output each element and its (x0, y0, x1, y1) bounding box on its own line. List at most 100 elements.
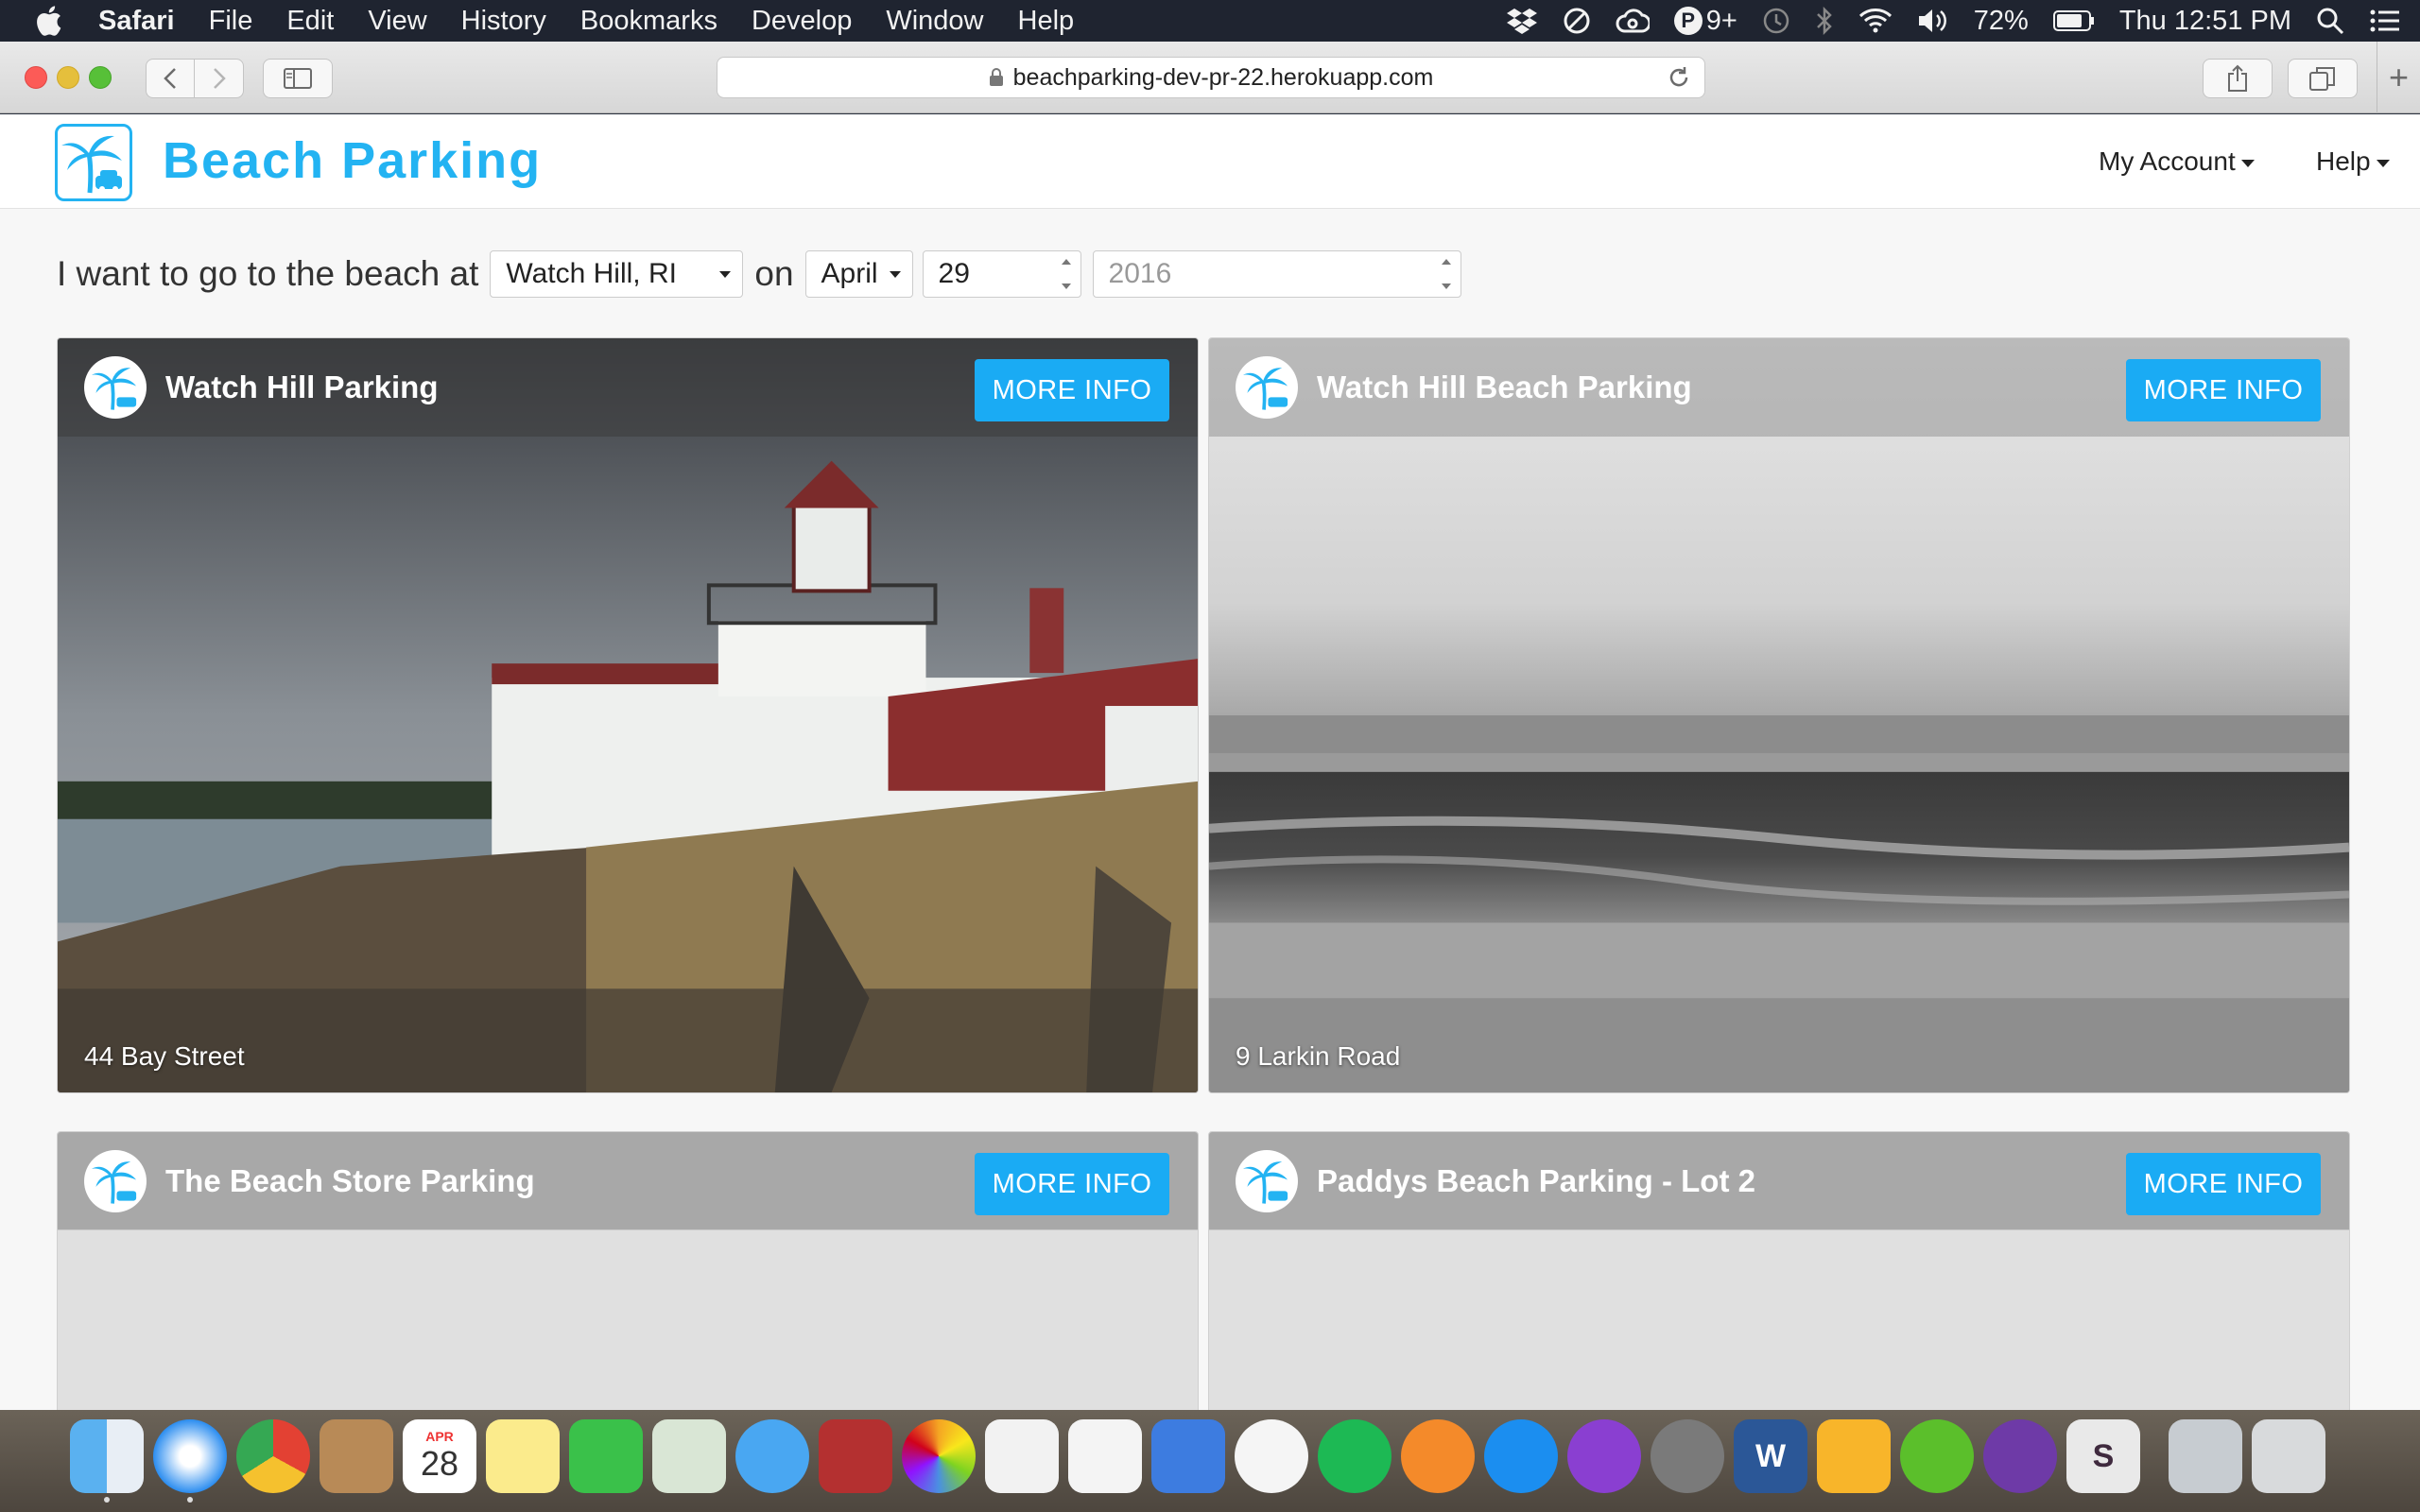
menu-file[interactable]: File (209, 6, 253, 37)
zoom-window-button[interactable] (89, 66, 112, 89)
card-title[interactable]: Watch Hill Parking (165, 369, 439, 405)
sidebar-toggle-button[interactable] (263, 59, 333, 98)
search-form: I want to go to the beach at Watch Hill,… (57, 249, 1461, 299)
clock[interactable]: Thu 12:51 PM (2119, 6, 2291, 37)
parking-card: Watch Hill Parking MORE INFO 44 Bay Stre… (57, 337, 1199, 1093)
maps-icon[interactable] (652, 1419, 726, 1493)
notification-center-icon[interactable] (2369, 9, 2401, 33)
minimize-window-button[interactable] (57, 66, 79, 89)
macos-menu-bar: Safari File Edit View History Bookmarks … (0, 0, 2420, 42)
itunes-icon[interactable] (1235, 1419, 1308, 1493)
keynote-icon[interactable] (1151, 1419, 1225, 1493)
calendar-icon[interactable]: APR 28 (403, 1419, 476, 1493)
card-address: 9 Larkin Road (1236, 1041, 1401, 1071)
day-stepper[interactable]: 29 (922, 250, 1081, 298)
more-info-button[interactable]: MORE INFO (975, 359, 1169, 421)
apple-menu-icon[interactable] (34, 5, 72, 37)
card-title[interactable]: The Beach Store Parking (165, 1163, 535, 1199)
spotlight-search-icon[interactable] (2316, 7, 2344, 35)
card-header: Watch Hill Parking MORE INFO (58, 338, 1198, 437)
help-dropdown[interactable]: Help (2316, 146, 2390, 177)
beach-parking-logo[interactable] (55, 124, 132, 201)
chevron-down-icon (2376, 160, 2390, 167)
my-account-dropdown[interactable]: My Account (2099, 146, 2255, 177)
card-title[interactable]: Watch Hill Beach Parking (1317, 369, 1692, 405)
card-title[interactable]: Paddys Beach Parking - Lot 2 (1317, 1163, 1755, 1199)
app-store-icon[interactable] (1484, 1419, 1558, 1493)
more-info-button[interactable]: MORE INFO (2126, 1153, 2321, 1215)
messages-icon[interactable] (735, 1419, 809, 1493)
site-title[interactable]: Beach Parking (163, 131, 542, 190)
share-button[interactable] (2203, 59, 2273, 98)
menu-develop[interactable]: Develop (752, 6, 852, 37)
bluetooth-icon[interactable] (1815, 7, 1834, 35)
close-window-button[interactable] (25, 66, 47, 89)
word-icon[interactable]: W (1734, 1419, 1807, 1493)
month-value: April (821, 258, 878, 289)
address-bar[interactable]: beachparking-dev-pr-22.herokuapp.com (717, 57, 1705, 98)
creative-cloud-icon[interactable] (1616, 7, 1650, 35)
location-value: Watch Hill, RI (506, 258, 677, 289)
dropbox-icon[interactable] (1506, 7, 1538, 35)
p-app-badge[interactable]: P 9+ (1673, 5, 1737, 37)
web-page: Beach Parking My Account Help I want to … (0, 114, 2420, 1410)
show-tabs-button[interactable] (2288, 59, 2358, 98)
stepper-arrows-icon[interactable] (1060, 259, 1073, 289)
on-label: on (754, 254, 794, 293)
menu-help[interactable]: Help (1018, 6, 1075, 37)
p-badge-count: 9+ (1705, 5, 1737, 36)
forward-button[interactable] (195, 60, 243, 97)
lighthouse-photo (58, 338, 1198, 1092)
leaf-app-icon[interactable] (1900, 1419, 1974, 1493)
do-not-disturb-icon[interactable] (1563, 7, 1591, 35)
photo-booth-icon[interactable] (819, 1419, 892, 1493)
palm-tree-icon (84, 1150, 147, 1212)
palm-tree-icon (84, 356, 147, 419)
time-machine-icon[interactable] (1762, 7, 1790, 35)
menu-app-safari[interactable]: Safari (98, 6, 175, 37)
macos-dock: APR 28 W S (0, 1410, 2420, 1512)
github-icon[interactable] (1983, 1419, 2057, 1493)
notes-icon[interactable] (486, 1419, 560, 1493)
p-icon: P (1673, 7, 1703, 35)
ocean-photo (1209, 338, 2349, 1092)
chevron-down-icon (719, 271, 732, 278)
feedback-icon[interactable] (1567, 1419, 1641, 1493)
sketch-icon[interactable] (1817, 1419, 1891, 1493)
contacts-icon[interactable] (320, 1419, 393, 1493)
lock-icon (989, 68, 1004, 87)
wifi-icon[interactable] (1858, 8, 1893, 34)
month-select[interactable]: April (804, 250, 913, 298)
location-select[interactable]: Watch Hill, RI (490, 250, 744, 298)
spotify-icon[interactable] (1318, 1419, 1392, 1493)
menu-edit[interactable]: Edit (286, 6, 334, 37)
finder-icon[interactable] (70, 1419, 144, 1503)
calendar-month: APR (425, 1429, 454, 1444)
downloads-stack-icon[interactable] (2169, 1419, 2242, 1493)
facetime-icon[interactable] (569, 1419, 643, 1493)
safari-icon[interactable] (153, 1419, 227, 1503)
volume-icon[interactable] (1917, 7, 1949, 35)
stepper-arrows-icon[interactable] (1440, 259, 1453, 289)
new-tab-button[interactable]: + (2377, 42, 2420, 113)
slack-icon[interactable]: S (2066, 1419, 2140, 1493)
more-info-button[interactable]: MORE INFO (975, 1153, 1169, 1215)
numbers-icon[interactable] (1068, 1419, 1142, 1493)
parking-card: Watch Hill Beach Parking MORE INFO 9 Lar… (1208, 337, 2350, 1093)
more-info-button[interactable]: MORE INFO (2126, 359, 2321, 421)
menu-history[interactable]: History (461, 6, 546, 37)
menu-view[interactable]: View (368, 6, 426, 37)
photos-icon[interactable] (902, 1419, 976, 1493)
card-header: The Beach Store Parking MORE INFO (58, 1132, 1198, 1230)
battery-icon[interactable] (2052, 9, 2095, 32)
menu-window[interactable]: Window (886, 6, 983, 37)
year-stepper[interactable]: 2016 (1092, 250, 1461, 298)
back-button[interactable] (147, 60, 196, 97)
ibooks-icon[interactable] (1401, 1419, 1475, 1493)
reload-icon[interactable] (1667, 65, 1691, 96)
system-preferences-icon[interactable] (1651, 1419, 1724, 1493)
chrome-icon[interactable] (236, 1419, 310, 1493)
menu-bookmarks[interactable]: Bookmarks (580, 6, 717, 37)
pages-icon[interactable] (985, 1419, 1059, 1493)
trash-icon[interactable] (2252, 1419, 2325, 1493)
